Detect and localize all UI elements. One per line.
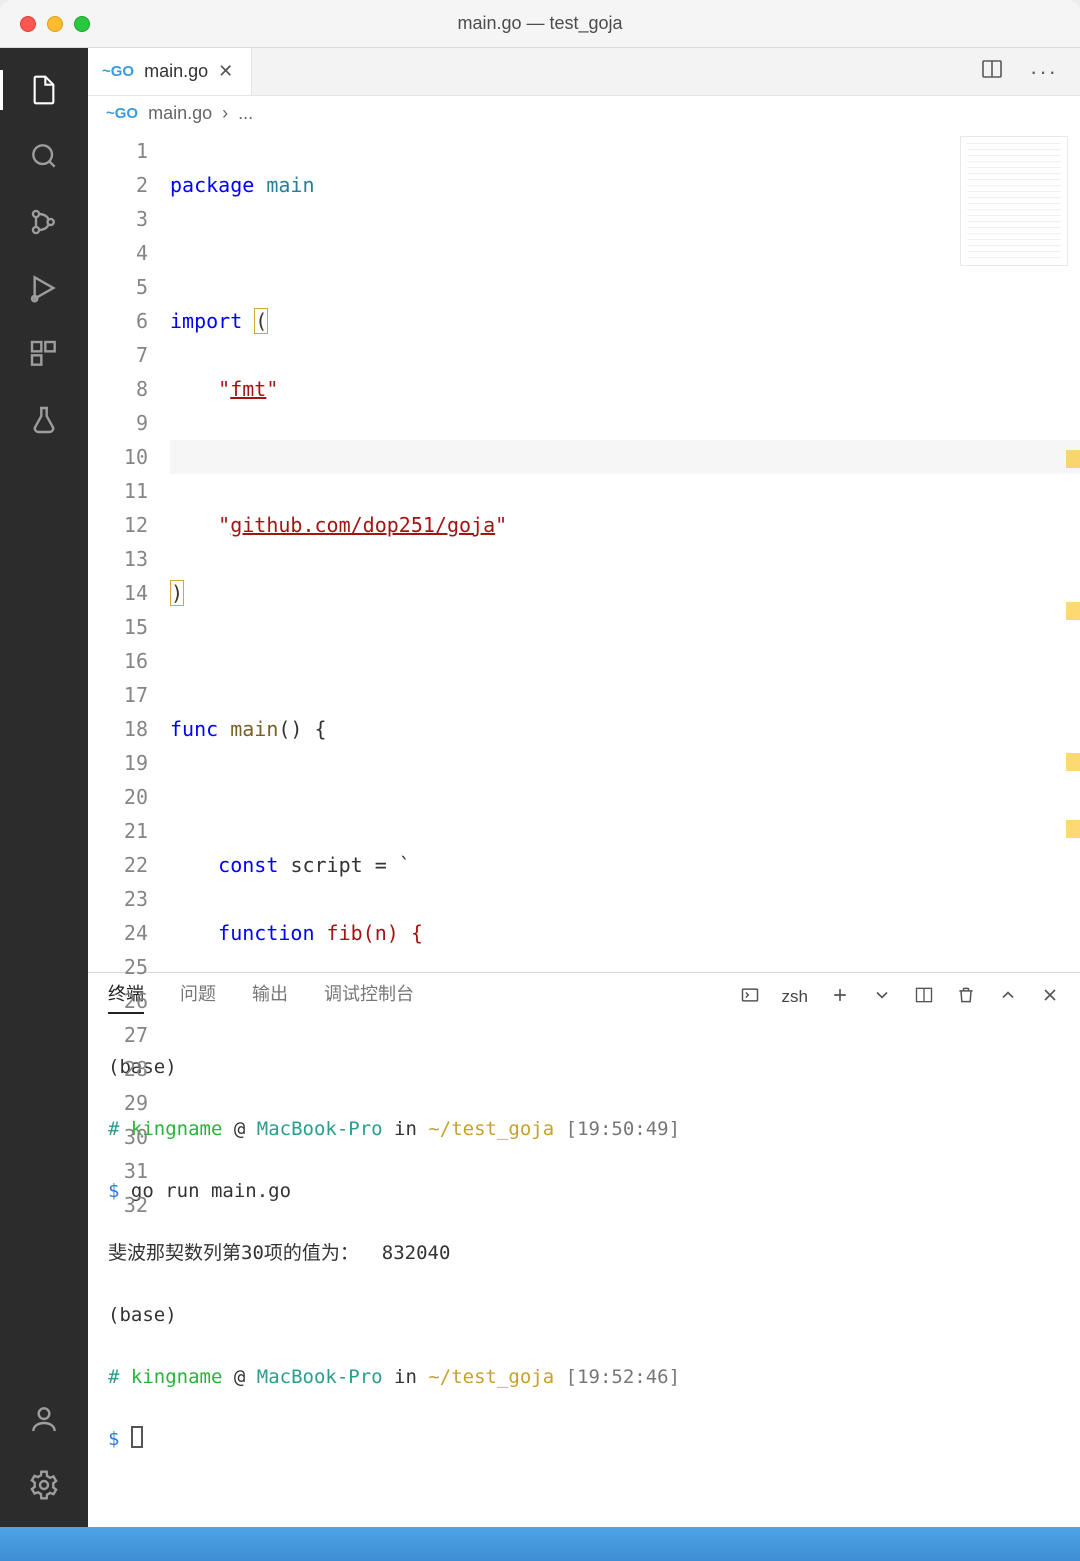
editor-actions: ··· [980, 48, 1080, 95]
line-number: 9 [88, 406, 148, 440]
line-number: 22 [88, 848, 148, 882]
line-number: 8 [88, 372, 148, 406]
line-number: 6 [88, 304, 148, 338]
activity-bar [0, 48, 88, 1527]
run-debug-icon[interactable] [16, 260, 72, 316]
tab-bar: ~GO main.go ✕ ··· [88, 48, 1080, 96]
line-number: 15 [88, 610, 148, 644]
source-control-icon[interactable] [16, 194, 72, 250]
terminal-shell-name[interactable]: zsh [782, 987, 808, 1007]
line-number: 16 [88, 644, 148, 678]
new-terminal-icon[interactable] [830, 985, 850, 1010]
line-number-gutter: 1234567891011121314151617181920212223242… [88, 130, 170, 972]
line-number: 29 [88, 1086, 148, 1120]
split-editor-icon[interactable] [980, 57, 1004, 86]
terminal-output[interactable]: (base) # kingname @ MacBook-Pro in ~/tes… [88, 1021, 1080, 1527]
panel-tab-bar: 终端 问题 输出 调试控制台 zsh [88, 973, 1080, 1021]
line-number: 12 [88, 508, 148, 542]
line-number: 11 [88, 474, 148, 508]
maximize-panel-icon[interactable] [998, 985, 1018, 1010]
line-number: 19 [88, 746, 148, 780]
code-editor[interactable]: 1234567891011121314151617181920212223242… [88, 130, 1080, 972]
more-actions-icon[interactable]: ··· [1030, 59, 1058, 85]
line-number: 27 [88, 1018, 148, 1052]
search-icon[interactable] [16, 128, 72, 184]
line-number: 18 [88, 712, 148, 746]
app-window: main.go — test_goja [0, 0, 1080, 1561]
line-number: 3 [88, 202, 148, 236]
line-number: 31 [88, 1154, 148, 1188]
line-number: 2 [88, 168, 148, 202]
overview-ruler[interactable] [1066, 130, 1080, 972]
line-number: 21 [88, 814, 148, 848]
panel-tab-output[interactable]: 输出 [252, 980, 288, 1014]
line-number: 26 [88, 984, 148, 1018]
close-panel-icon[interactable] [1040, 985, 1060, 1010]
line-number: 30 [88, 1120, 148, 1154]
line-number: 25 [88, 950, 148, 984]
go-file-icon: ~GO [102, 63, 134, 80]
line-number: 17 [88, 678, 148, 712]
macos-dock-strip [0, 1527, 1080, 1561]
testing-icon[interactable] [16, 392, 72, 448]
breadcrumb-file: main.go [148, 103, 212, 124]
breadcrumb-chevron-icon: › [222, 103, 228, 124]
window-title: main.go — test_goja [0, 13, 1080, 34]
tab-main-go[interactable]: ~GO main.go ✕ [88, 48, 252, 95]
explorer-icon[interactable] [16, 62, 72, 118]
titlebar: main.go — test_goja [0, 0, 1080, 48]
go-file-icon: ~GO [106, 105, 138, 122]
breadcrumb[interactable]: ~GO main.go › ... [88, 96, 1080, 130]
kill-terminal-icon[interactable] [956, 985, 976, 1010]
minimap[interactable] [960, 136, 1068, 266]
line-number: 13 [88, 542, 148, 576]
line-number: 10 [88, 440, 148, 474]
line-number: 5 [88, 270, 148, 304]
line-number: 20 [88, 780, 148, 814]
terminal-dropdown-icon[interactable] [872, 985, 892, 1010]
panel-tab-problems[interactable]: 问题 [180, 980, 216, 1014]
terminal-cursor [131, 1426, 143, 1448]
accounts-icon[interactable] [16, 1391, 72, 1447]
bottom-panel: 终端 问题 输出 调试控制台 zsh [88, 972, 1080, 1527]
line-number: 23 [88, 882, 148, 916]
line-number: 24 [88, 916, 148, 950]
settings-gear-icon[interactable] [16, 1457, 72, 1513]
line-number: 32 [88, 1188, 148, 1222]
breadcrumb-rest: ... [238, 103, 253, 124]
line-number: 4 [88, 236, 148, 270]
code-content[interactable]: package main import ( "fmt" "github.com/… [170, 130, 1080, 972]
line-number: 7 [88, 338, 148, 372]
tab-label: main.go [144, 61, 208, 82]
terminal-profile-icon[interactable] [740, 985, 760, 1010]
tab-close-icon[interactable]: ✕ [218, 61, 233, 82]
panel-tab-debug-console[interactable]: 调试控制台 [324, 980, 414, 1014]
line-number: 14 [88, 576, 148, 610]
line-number: 28 [88, 1052, 148, 1086]
line-number: 1 [88, 134, 148, 168]
extensions-icon[interactable] [16, 326, 72, 382]
split-terminal-icon[interactable] [914, 985, 934, 1010]
